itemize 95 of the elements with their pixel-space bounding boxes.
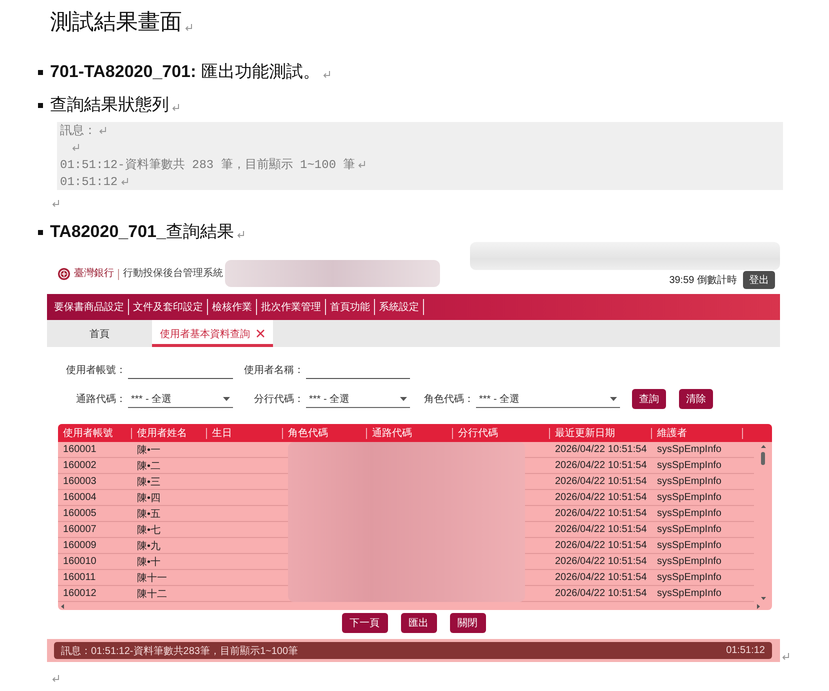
bullet-icon bbox=[38, 102, 43, 108]
table-cell-text: 陳•九 bbox=[136, 540, 162, 552]
logout-button[interactable]: 登出 bbox=[743, 271, 775, 289]
table-cell-text: 2026/04/22 10:51:54 bbox=[554, 588, 648, 599]
column-header: 使用者帳號 bbox=[58, 428, 132, 438]
table-cell-text: 2026/04/22 10:51:54 bbox=[554, 524, 648, 535]
table-cell-text: 160012 bbox=[62, 588, 98, 599]
field-label: 通路代碼： bbox=[76, 392, 127, 406]
table-cell-text: sysSpEmpInfo bbox=[656, 508, 722, 519]
table-cell-text: sysSpEmpInfo bbox=[656, 540, 722, 551]
table-cell-text: sysSpEmpInfo bbox=[656, 572, 722, 583]
menu-item[interactable]: 首頁功能 bbox=[326, 299, 375, 315]
dropdown[interactable]: *** - 全選 bbox=[128, 390, 233, 408]
table-cell-text: 陳•十 bbox=[136, 556, 162, 568]
table-cell-text: 陳•四 bbox=[136, 492, 162, 504]
action-button[interactable]: 下一頁 bbox=[342, 613, 388, 633]
scroll-left-icon[interactable] bbox=[61, 604, 64, 608]
column-header: 分行代碼 bbox=[453, 428, 550, 438]
table-cell-text: 2026/04/22 10:51:54 bbox=[554, 556, 648, 567]
table-cell-text: 2026/04/22 10:51:54 bbox=[554, 444, 648, 455]
column-header: 角色代碼 bbox=[283, 428, 367, 438]
message-line: 01:51:12 bbox=[60, 174, 118, 188]
dropdown[interactable]: *** - 全選 bbox=[476, 390, 620, 408]
scroll-up-icon[interactable] bbox=[761, 445, 766, 448]
table-cell-text: sysSpEmpInfo bbox=[656, 476, 722, 487]
section-heading: 查詢結果狀態列 bbox=[50, 94, 169, 116]
table-cell-text: 160005 bbox=[62, 508, 98, 519]
caret-icon bbox=[223, 396, 230, 400]
field-label: 使用者名稱： bbox=[244, 364, 305, 377]
table-cell-text: sysSpEmpInfo bbox=[656, 492, 722, 503]
menu-item[interactable]: 系統設定 bbox=[375, 299, 424, 315]
table-cell-text: 2026/04/22 10:51:54 bbox=[554, 540, 648, 551]
table-cell-text: 陳•五 bbox=[136, 508, 162, 520]
caret-icon bbox=[610, 396, 617, 400]
bullet-icon bbox=[38, 70, 43, 74]
action-button[interactable]: 查詢 bbox=[632, 389, 666, 409]
table-cell-text: 陳•三 bbox=[136, 476, 162, 488]
scrollbar-thumb[interactable] bbox=[761, 452, 765, 465]
menu-item[interactable]: 文件及套印設定 bbox=[129, 299, 208, 315]
menu-item[interactable]: 檢核作業 bbox=[208, 299, 257, 315]
status-message: 訊息：01:51:12-資料筆數共283筆，目前顯示1~100筆 bbox=[61, 644, 298, 658]
table-cell-text: 160011 bbox=[62, 572, 97, 583]
table-cell-text: 160004 bbox=[62, 492, 98, 503]
table-cell-text: 160003 bbox=[62, 476, 98, 487]
column-header: 維護者 bbox=[652, 428, 743, 438]
table-cell-text: 160009 bbox=[62, 540, 98, 551]
table-cell-text: sysSpEmpInfo bbox=[656, 444, 722, 455]
bullet-icon bbox=[38, 230, 43, 234]
table-cell-text: 160002 bbox=[62, 460, 98, 471]
system-name: 行動投保後台管理系統 bbox=[123, 268, 223, 280]
field-label: 分行代碼： bbox=[254, 393, 305, 406]
table-cell-text: 陳十二 bbox=[136, 588, 168, 600]
column-header: 最近更新日期 bbox=[550, 428, 652, 438]
document-heading: 測試結果畫面 bbox=[50, 9, 182, 35]
countdown-timer: 39:59 倒數計時 bbox=[669, 274, 737, 287]
table-cell-text: 陳•七 bbox=[136, 524, 162, 536]
table-cell-text: 2026/04/22 10:51:54 bbox=[554, 572, 648, 583]
tab[interactable]: 使用者基本資料查詢 bbox=[152, 320, 273, 347]
table-cell-text: 160001 bbox=[62, 444, 98, 455]
table-cell-text: 2026/04/22 10:51:54 bbox=[554, 460, 648, 471]
scroll-down-icon[interactable] bbox=[761, 597, 766, 600]
menu-item[interactable]: 批次作業管理 bbox=[257, 299, 326, 315]
dropdown[interactable]: *** - 全選 bbox=[306, 390, 410, 408]
table-cell-text: sysSpEmpInfo bbox=[656, 460, 722, 471]
column-header: 生日 bbox=[207, 428, 283, 438]
table-cell-text: 160010 bbox=[62, 556, 98, 567]
table-cell-text: 陳十一 bbox=[136, 572, 168, 584]
column-header: 使用者姓名 bbox=[132, 428, 207, 438]
message-line: 訊息： bbox=[60, 123, 96, 139]
field-label: 角色代碼： bbox=[424, 393, 475, 406]
close-icon[interactable] bbox=[256, 329, 265, 338]
section-heading: TA82020_701_查詢結果 bbox=[50, 221, 234, 243]
table-cell-text: 2026/04/22 10:51:54 bbox=[554, 476, 648, 487]
table-cell-text: 陳•一 bbox=[136, 444, 162, 456]
table-cell-text: 160007 bbox=[62, 524, 98, 535]
section-heading: 701-TA82020_701: 匯出功能測試。 bbox=[50, 61, 320, 83]
bank-name: 臺灣銀行 bbox=[74, 268, 114, 280]
table-cell-text: sysSpEmpInfo bbox=[656, 588, 722, 599]
table-cell-text: sysSpEmpInfo bbox=[656, 556, 722, 567]
caret-icon bbox=[400, 396, 407, 400]
tab[interactable]: 首頁 bbox=[47, 320, 152, 347]
table-cell-text: 陳•二 bbox=[136, 460, 162, 472]
table-cell-text: 2026/04/22 10:51:54 bbox=[554, 492, 648, 503]
bank-emblem-icon bbox=[58, 268, 70, 280]
table-cell-text: 2026/04/22 10:51:54 bbox=[554, 508, 648, 519]
scroll-right-icon[interactable] bbox=[757, 604, 760, 608]
action-button[interactable]: 清除 bbox=[679, 389, 713, 409]
column-header: 通路代碼 bbox=[367, 428, 453, 438]
message-line: 01:51:12-資料筆數共 283 筆，目前顯示 1~100 筆 bbox=[60, 157, 356, 173]
action-button[interactable]: 關閉 bbox=[450, 613, 486, 633]
status-time: 01:51:12 bbox=[726, 645, 765, 656]
field-label: 使用者帳號： bbox=[66, 364, 127, 377]
table-cell-text: sysSpEmpInfo bbox=[656, 524, 722, 535]
action-button[interactable]: 匯出 bbox=[400, 613, 436, 633]
menu-item[interactable]: 要保書商品設定 bbox=[50, 299, 129, 315]
